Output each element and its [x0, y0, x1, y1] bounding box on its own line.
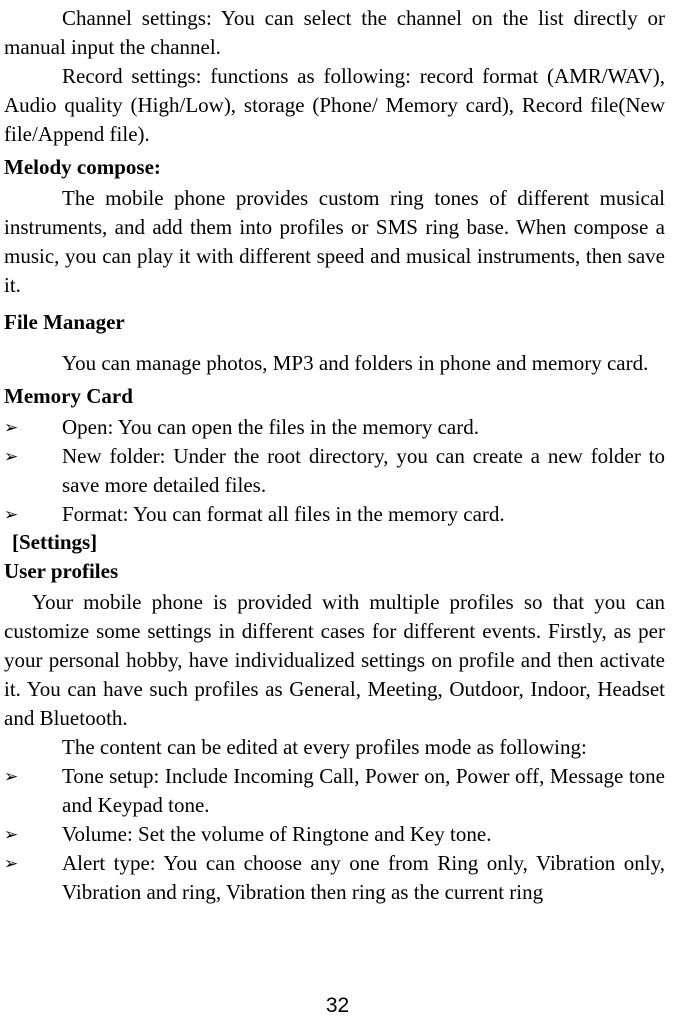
page-number: 32	[0, 994, 675, 1018]
document-page: Channel settings: You can select the cha…	[0, 0, 675, 907]
heading-user-profiles: User profiles	[4, 557, 665, 586]
heading-file-manager: File Manager	[4, 308, 665, 337]
list-text-tone: Tone setup: Include Incoming Call, Power…	[62, 762, 665, 820]
list-item: Volume: Set the volume of Ringtone and K…	[4, 820, 665, 849]
profiles-list: Tone setup: Include Incoming Call, Power…	[4, 762, 665, 907]
paragraph-user-profiles-1: Your mobile phone is provided with multi…	[4, 588, 665, 733]
paragraph-channel-settings: Channel settings: You can select the cha…	[4, 4, 665, 62]
list-item: New folder: Under the root directory, yo…	[4, 442, 665, 500]
bullet-icon	[4, 500, 62, 529]
heading-memory-card: Memory Card	[4, 382, 665, 411]
bullet-icon	[4, 413, 62, 442]
memory-card-list: Open: You can open the files in the memo…	[4, 413, 665, 529]
list-text-volume: Volume: Set the volume of Ringtone and K…	[62, 820, 665, 849]
list-item: Alert type: You can choose any one from …	[4, 849, 665, 907]
bullet-icon	[4, 762, 62, 820]
list-text-new-folder: New folder: Under the root directory, yo…	[62, 442, 665, 500]
list-item: Format: You can format all files in the …	[4, 500, 665, 529]
paragraph-record-settings: Record settings: functions as following:…	[4, 62, 665, 149]
list-item: Tone setup: Include Incoming Call, Power…	[4, 762, 665, 820]
paragraph-file-manager: You can manage photos, MP3 and folders i…	[4, 349, 665, 378]
heading-settings: [Settings]	[4, 528, 665, 557]
bullet-icon	[4, 442, 62, 500]
list-text-alert: Alert type: You can choose any one from …	[62, 849, 665, 907]
bullet-icon	[4, 849, 62, 907]
bullet-icon	[4, 820, 62, 849]
heading-melody-compose: Melody compose:	[4, 153, 665, 182]
paragraph-melody: The mobile phone provides custom ring to…	[4, 184, 665, 300]
list-text-format: Format: You can format all files in the …	[62, 500, 665, 529]
list-text-open: Open: You can open the files in the memo…	[62, 413, 665, 442]
list-item: Open: You can open the files in the memo…	[4, 413, 665, 442]
paragraph-user-profiles-2: The content can be edited at every profi…	[4, 733, 665, 762]
